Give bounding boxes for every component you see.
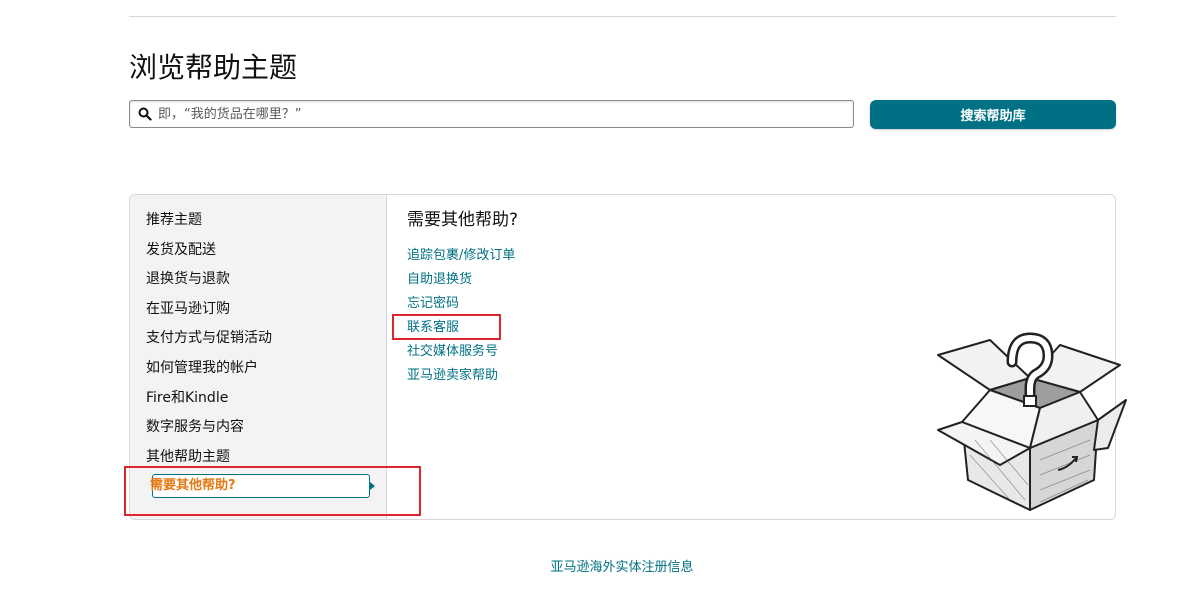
search-box[interactable] xyxy=(129,100,854,128)
topic-item-payment[interactable]: 支付方式与促销活动 xyxy=(146,324,272,354)
self-service-returns-link[interactable]: 自助退换货 xyxy=(407,272,472,287)
social-media-service-link[interactable]: 社交媒体服务号 xyxy=(407,344,498,359)
topic-item-returns[interactable]: 退换货与退款 xyxy=(146,265,272,295)
question-box-illustration xyxy=(937,332,1127,511)
seller-help-link[interactable]: 亚马逊卖家帮助 xyxy=(407,368,498,383)
topic-item-shipping[interactable]: 发货及配送 xyxy=(146,236,272,266)
track-package-link[interactable]: 追踪包裹/修改订单 xyxy=(407,248,515,263)
overseas-entity-registration-link[interactable]: 亚马逊海外实体注册信息 xyxy=(0,556,1200,575)
topic-list: 推荐主题 发货及配送 退换货与退款 在亚马逊订购 支付方式与促销活动 如何管理我… xyxy=(146,206,272,472)
search-input[interactable] xyxy=(158,101,838,127)
topic-detail: 需要其他帮助? 追踪包裹/修改订单 自助退换货 忘记密码 联系客服 社交媒体服务… xyxy=(407,207,519,383)
search-icon xyxy=(138,107,152,121)
search-help-button[interactable]: 搜索帮助库 xyxy=(870,100,1116,129)
top-divider xyxy=(129,16,1116,17)
topic-item-digital[interactable]: 数字服务与内容 xyxy=(146,413,272,443)
topic-item-fire-kindle[interactable]: Fire和Kindle xyxy=(146,384,272,414)
forgot-password-link[interactable]: 忘记密码 xyxy=(407,296,459,311)
topic-item-account[interactable]: 如何管理我的帐户 xyxy=(146,354,272,384)
link-item: 追踪包裹/修改订单 xyxy=(407,244,515,268)
highlight-need-more-help xyxy=(124,466,421,516)
link-item: 忘记密码 xyxy=(407,292,515,316)
link-item: 亚马逊卖家帮助 xyxy=(407,364,515,388)
highlight-contact-customer-service xyxy=(392,314,501,340)
topic-item-recommended[interactable]: 推荐主题 xyxy=(146,206,272,236)
link-item: 自助退换货 xyxy=(407,268,515,292)
topic-item-ordering[interactable]: 在亚马逊订购 xyxy=(146,295,272,325)
link-item: 社交媒体服务号 xyxy=(407,340,515,364)
detail-heading: 需要其他帮助? xyxy=(407,210,519,230)
page-title: 浏览帮助主题 xyxy=(129,51,298,84)
